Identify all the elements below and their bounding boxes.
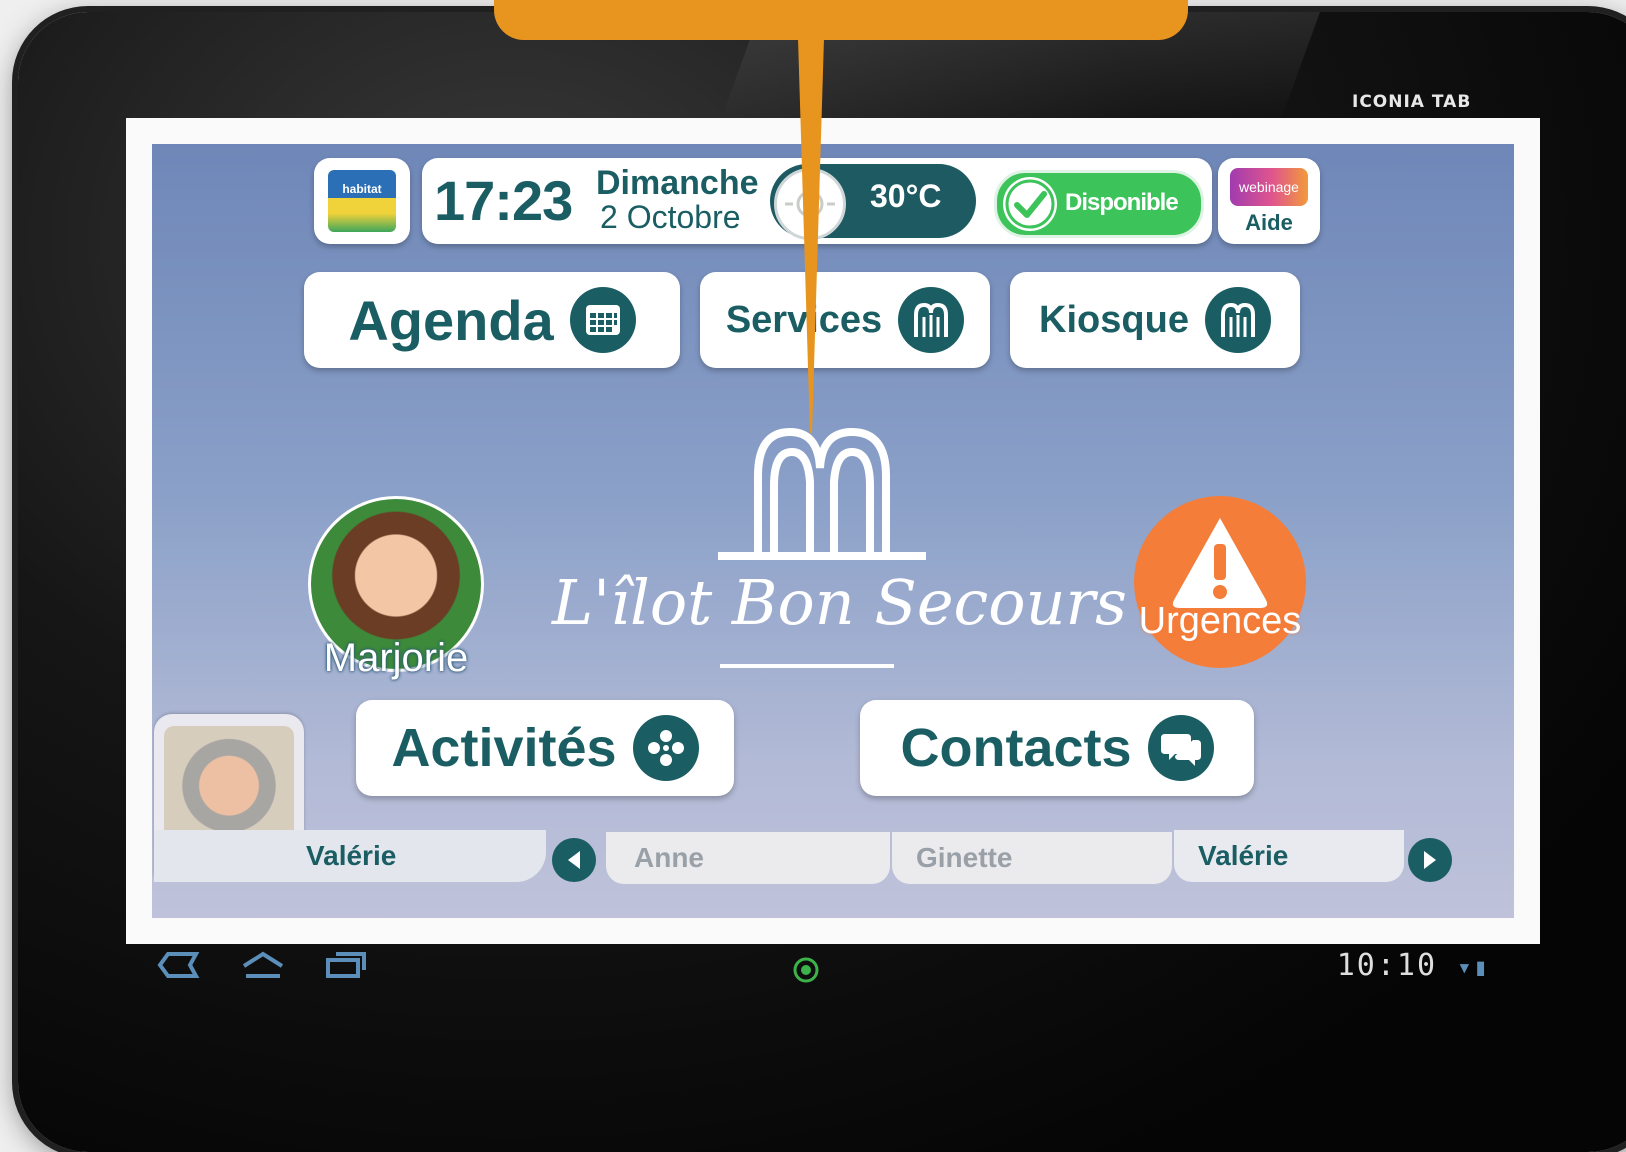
habitat-logo-text: habitat [342,182,382,196]
habitat-logo-image [328,170,396,232]
chat-bubbles-icon [1147,715,1214,781]
signal-battery-icon: ▾▮ [1457,953,1490,981]
residence-title: L'îlot Bon Secours [552,566,1127,639]
help-button[interactable]: webinage Aide [1218,158,1320,244]
check-icon [1003,177,1057,231]
kiosque-button[interactable]: Kiosque [1010,272,1300,368]
system-navigation-bar: 10:10 ▾▮ [140,944,1526,994]
contacts-button[interactable]: Contacts [860,700,1254,796]
agenda-button[interactable]: Agenda [304,272,680,368]
activities-icon [632,715,699,781]
calendar-icon [569,287,636,353]
arch-icon [898,287,965,353]
temperature: 30°C [870,178,942,214]
system-clock: 10:10 ▾▮ [1337,948,1490,983]
tab-valerie[interactable]: Valérie [1174,830,1404,882]
availability-label: Disponible [1065,189,1179,216]
current-day: Dimanche [596,164,759,202]
habitat-logo[interactable]: habitat [314,158,410,244]
activites-label: Activités [391,718,617,778]
arch-icon [1204,287,1271,353]
callout-annotation [494,0,1188,40]
current-user-name: Valérie [306,840,397,871]
current-date: 2 Octobre [600,199,741,235]
tab-anne[interactable]: Anne [606,832,890,884]
tab-label-ginette: Ginette [916,842,1013,873]
next-arrow-icon[interactable] [1408,838,1452,882]
tab-label-anne: Anne [634,842,704,873]
kiosque-label: Kiosque [1039,298,1189,341]
agenda-label: Agenda [348,288,554,352]
contact-name-marjorie: Marjorie [323,636,469,680]
back-icon[interactable] [156,950,200,980]
tab-ginette[interactable]: Ginette [892,832,1172,884]
home-icon[interactable] [240,950,286,980]
recent-apps-icon[interactable] [324,950,368,980]
tab-current-user[interactable]: Valérie [154,830,546,882]
current-time: 17:23 [434,169,573,232]
status-dot-icon [793,957,819,983]
previous-arrow-icon[interactable] [552,838,596,882]
app-screen: habitat 17:23 Dimanche 2 Octobre 30°C Di… [152,144,1514,918]
availability-toggle[interactable]: Disponible [994,170,1204,238]
help-label: Aide [1245,210,1293,235]
arch-logo-icon [718,427,926,560]
services-button[interactable]: Services [700,272,990,368]
callout-pointer [798,38,824,433]
activites-button[interactable]: Activités [356,700,734,796]
device-brand: ICONIA TAB [1352,92,1472,112]
contacts-label: Contacts [900,718,1132,778]
system-clock-text: 10:10 [1336,948,1438,983]
emergency-label: Urgences [1138,600,1302,642]
title-underline [720,664,894,668]
tab-label-valerie: Valérie [1198,840,1289,871]
residence-logo: L'îlot Bon Secours [552,424,1127,704]
webinage-logo: webinage [1230,168,1308,206]
